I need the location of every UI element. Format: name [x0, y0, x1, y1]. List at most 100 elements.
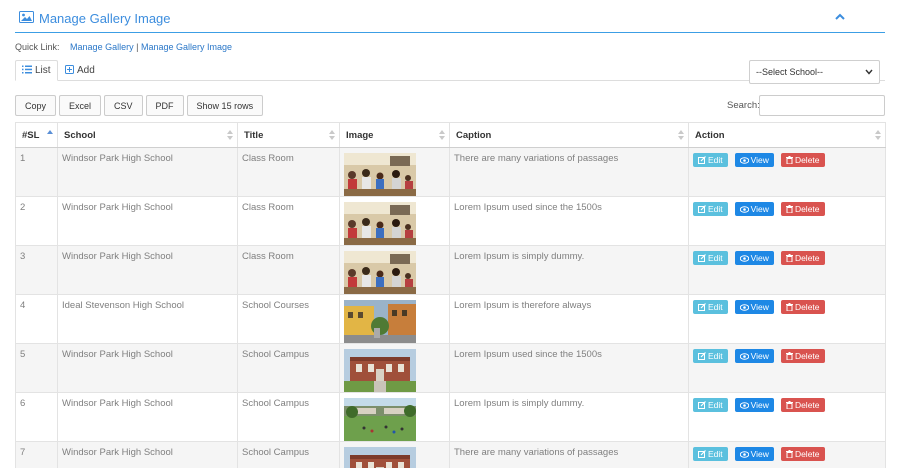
- trash-icon: [785, 352, 793, 360]
- gallery-thumbnail[interactable]: [344, 447, 416, 468]
- page-title: Manage Gallery Image: [19, 11, 171, 26]
- gallery-thumbnail[interactable]: [344, 153, 416, 196]
- delete-button[interactable]: Delete: [780, 202, 825, 216]
- school-select[interactable]: --Select School--: [749, 60, 880, 84]
- cell-caption: Lorem Ipsum used since the 1500s: [449, 196, 689, 246]
- view-button[interactable]: View: [734, 153, 774, 167]
- cell-caption: There are many variations of passages: [449, 441, 689, 468]
- list-icon: [22, 65, 32, 77]
- table-row: 3 Windsor Park High School Class Room Lorem…: [15, 245, 886, 295]
- cell-school: Windsor Park High School: [57, 245, 238, 295]
- eye-icon: [739, 352, 749, 360]
- column-header-image[interactable]: Image: [339, 122, 450, 148]
- export-buttons: Copy Excel CSV PDF Show 15 rows: [15, 95, 266, 116]
- cell-school: Windsor Park High School: [57, 343, 238, 393]
- trash-icon: [785, 450, 793, 458]
- edit-icon: [698, 303, 706, 311]
- cell-image: [339, 441, 450, 468]
- delete-button[interactable]: Delete: [780, 251, 825, 265]
- cell-title: School Campus: [237, 392, 340, 442]
- copy-button[interactable]: Copy: [15, 95, 57, 116]
- edit-button[interactable]: Edit: [693, 398, 728, 412]
- show-rows-button[interactable]: Show 15 rows: [186, 95, 264, 116]
- view-button[interactable]: View: [734, 300, 774, 314]
- edit-icon: [698, 254, 706, 262]
- delete-button[interactable]: Delete: [780, 300, 825, 314]
- page-title-text: Manage Gallery Image: [39, 11, 171, 26]
- gallery-thumbnail[interactable]: [344, 349, 416, 392]
- cell-title: School Campus: [237, 343, 340, 393]
- edit-button[interactable]: Edit: [693, 251, 728, 265]
- gallery-thumbnail[interactable]: [344, 202, 416, 245]
- column-header-sl[interactable]: #SL: [15, 122, 58, 148]
- excel-button[interactable]: Excel: [59, 95, 102, 116]
- eye-icon: [739, 156, 749, 164]
- cell-action: Edit View Delete: [688, 392, 886, 442]
- csv-button[interactable]: CSV: [104, 95, 143, 116]
- quick-link-manage-gallery[interactable]: Manage Gallery: [70, 42, 134, 52]
- gallery-thumbnail[interactable]: [344, 251, 416, 294]
- column-header-caption[interactable]: Caption: [449, 122, 689, 148]
- edit-icon: [698, 401, 706, 409]
- column-header-title[interactable]: Title: [237, 122, 340, 148]
- edit-icon: [698, 156, 706, 164]
- cell-title: Class Room: [237, 245, 340, 295]
- gallery-thumbnail[interactable]: [344, 398, 416, 441]
- eye-icon: [739, 401, 749, 409]
- cell-action: Edit View Delete: [688, 441, 886, 468]
- delete-button[interactable]: Delete: [780, 447, 825, 461]
- sort-icon: [678, 130, 684, 140]
- delete-button[interactable]: Delete: [780, 349, 825, 363]
- column-header-school[interactable]: School: [57, 122, 238, 148]
- edit-button[interactable]: Edit: [693, 349, 728, 363]
- cell-title: School Campus: [237, 441, 340, 468]
- cell-sl: 7: [15, 441, 58, 468]
- tab-add[interactable]: Add: [59, 60, 101, 81]
- cell-caption: There are many variations of passages: [449, 147, 689, 197]
- table-row: 7 Windsor Park High School School Campus Th…: [15, 441, 886, 468]
- view-button[interactable]: View: [734, 202, 774, 216]
- edit-icon: [698, 352, 706, 360]
- column-header-action[interactable]: Action: [688, 122, 886, 148]
- cell-action: Edit View Delete: [688, 196, 886, 246]
- edit-button[interactable]: Edit: [693, 447, 728, 461]
- sort-icon: [227, 130, 233, 140]
- table-row: 1 Windsor Park High School Class Room There…: [15, 147, 886, 197]
- search-label: Search:: [727, 100, 760, 111]
- cell-caption: Lorem Ipsum used since the 1500s: [449, 343, 689, 393]
- image-icon: [19, 11, 34, 26]
- gallery-table: #SL School Title Image Caption Action 1W…: [15, 122, 886, 468]
- cell-caption: Lorem Ipsum is simply dummy.: [449, 392, 689, 442]
- pdf-button[interactable]: PDF: [145, 95, 184, 116]
- cell-action: Edit View Delete: [688, 343, 886, 393]
- view-button[interactable]: View: [734, 398, 774, 412]
- view-button[interactable]: View: [734, 349, 774, 363]
- edit-button[interactable]: Edit: [693, 300, 728, 314]
- cell-title: Class Room: [237, 196, 340, 246]
- cell-image: [339, 392, 450, 442]
- sort-icon: [875, 130, 881, 140]
- view-button[interactable]: View: [734, 251, 774, 265]
- view-button[interactable]: View: [734, 447, 774, 461]
- cell-image: [339, 147, 450, 197]
- tab-add-label: Add: [77, 65, 95, 76]
- cell-image: [339, 294, 450, 344]
- trash-icon: [785, 401, 793, 409]
- edit-button[interactable]: Edit: [693, 202, 728, 216]
- plus-square-icon: [65, 64, 74, 77]
- cell-title: School Courses: [237, 294, 340, 344]
- edit-icon: [698, 450, 706, 458]
- eye-icon: [739, 303, 749, 311]
- delete-button[interactable]: Delete: [780, 398, 825, 412]
- eye-icon: [739, 205, 749, 213]
- edit-button[interactable]: Edit: [693, 153, 728, 167]
- quick-link-manage-gallery-image[interactable]: Manage Gallery Image: [141, 42, 232, 52]
- tab-list[interactable]: List: [15, 60, 58, 81]
- delete-button[interactable]: Delete: [780, 153, 825, 167]
- search-input[interactable]: [759, 95, 885, 116]
- table-row: 4 Ideal Stevenson High School School Cours…: [15, 294, 886, 344]
- eye-icon: [739, 254, 749, 262]
- chevron-up-icon[interactable]: [833, 10, 847, 24]
- gallery-thumbnail[interactable]: [344, 300, 416, 343]
- sort-asc-icon: [47, 130, 53, 140]
